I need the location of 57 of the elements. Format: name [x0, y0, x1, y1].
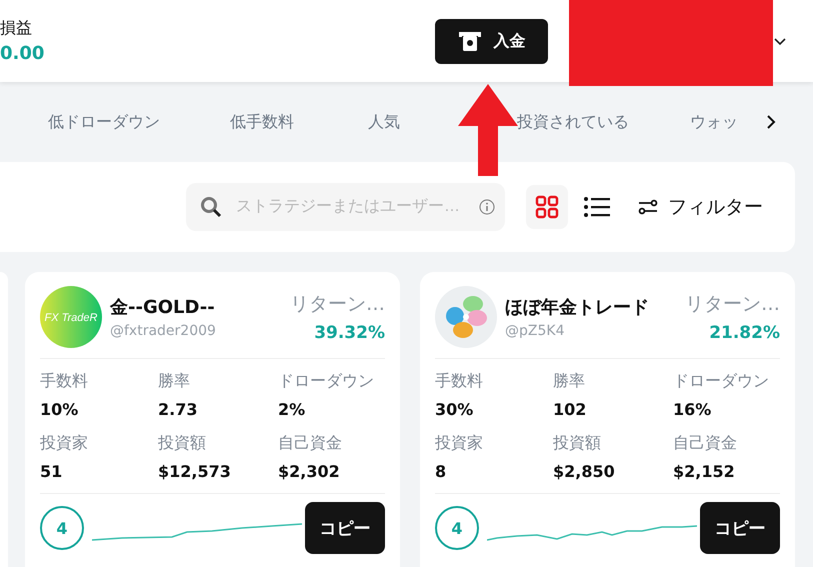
copy-button[interactable]: コピー	[700, 502, 780, 554]
filter-tab[interactable]: 人気	[368, 112, 400, 132]
stat-value: $2,850	[553, 462, 616, 481]
stat-label: 自己資金	[673, 433, 738, 454]
stat-value: 8	[435, 462, 448, 481]
stat-label: 手数料	[435, 371, 484, 392]
filter-tab[interactable]: 投資されている	[517, 112, 629, 132]
stat-label: 手数料	[40, 371, 89, 392]
strategy-name: ほぼ年金トレード	[505, 296, 650, 319]
view-toggle-button[interactable]	[526, 185, 568, 229]
search-field[interactable]: ストラテジーまたはユーザー…	[186, 183, 505, 231]
filter-tab[interactable]: 低手数料	[230, 112, 294, 132]
chevron-right-icon[interactable]	[766, 114, 776, 130]
search-input[interactable]: ストラテジーまたはユーザー…	[234, 197, 467, 217]
search-icon	[200, 196, 222, 218]
filter-tab[interactable]: 低ドローダウン	[48, 112, 160, 132]
strategy-name: 金--GOLD--	[110, 296, 216, 319]
stat-label: 勝率	[158, 371, 191, 392]
sliders-icon	[638, 199, 658, 215]
stat-label: 投資額	[553, 433, 602, 454]
stat-value: $12,573	[158, 462, 232, 481]
stat-value: 51	[40, 462, 64, 481]
stat-label: 自己資金	[278, 433, 343, 454]
stat-label: ドローダウン	[673, 371, 770, 392]
stat-label: 投資家	[40, 433, 89, 454]
rank-badge: 4	[435, 506, 479, 550]
stat-value: 2%	[278, 400, 306, 419]
stat-label: ドローダウン	[278, 371, 375, 392]
return-label: リターン…	[290, 292, 385, 317]
list-icon	[584, 196, 610, 218]
stat-value: 10%	[40, 400, 80, 419]
return-label: リターン…	[685, 292, 780, 317]
deposit-button[interactable]: 入金	[435, 18, 548, 64]
grid-icon	[535, 195, 559, 219]
filter-tab[interactable]: ウォッ	[690, 112, 738, 132]
stat-label: 勝率	[553, 371, 586, 392]
return-value: 39.32%	[314, 323, 385, 343]
stat-value: $2,152	[673, 462, 736, 481]
rank-badge: 4	[40, 506, 84, 550]
trader-logo: FX TradeR	[40, 286, 102, 348]
pnl-label: 損益	[0, 18, 33, 39]
user-handle: @fxtrader2009	[110, 323, 217, 339]
chevron-down-icon[interactable]	[774, 38, 786, 46]
return-value: 21.82%	[709, 323, 780, 343]
pnl-value: 0.00	[0, 43, 46, 64]
stat-label: 投資額	[158, 433, 207, 454]
info-icon[interactable]	[479, 199, 495, 215]
stat-label: 投資家	[435, 433, 484, 454]
stat-value: $2,302	[278, 462, 341, 481]
stat-value: 30%	[435, 400, 474, 419]
stat-value: 16%	[673, 400, 712, 419]
filter-button[interactable]: フィルター	[638, 194, 763, 220]
user-handle: @pZ5K4	[505, 323, 566, 339]
stat-value: 2.73	[158, 400, 198, 419]
wallet-icon	[458, 30, 482, 52]
copy-button[interactable]: コピー	[305, 502, 385, 554]
stat-value: 102	[553, 400, 588, 419]
